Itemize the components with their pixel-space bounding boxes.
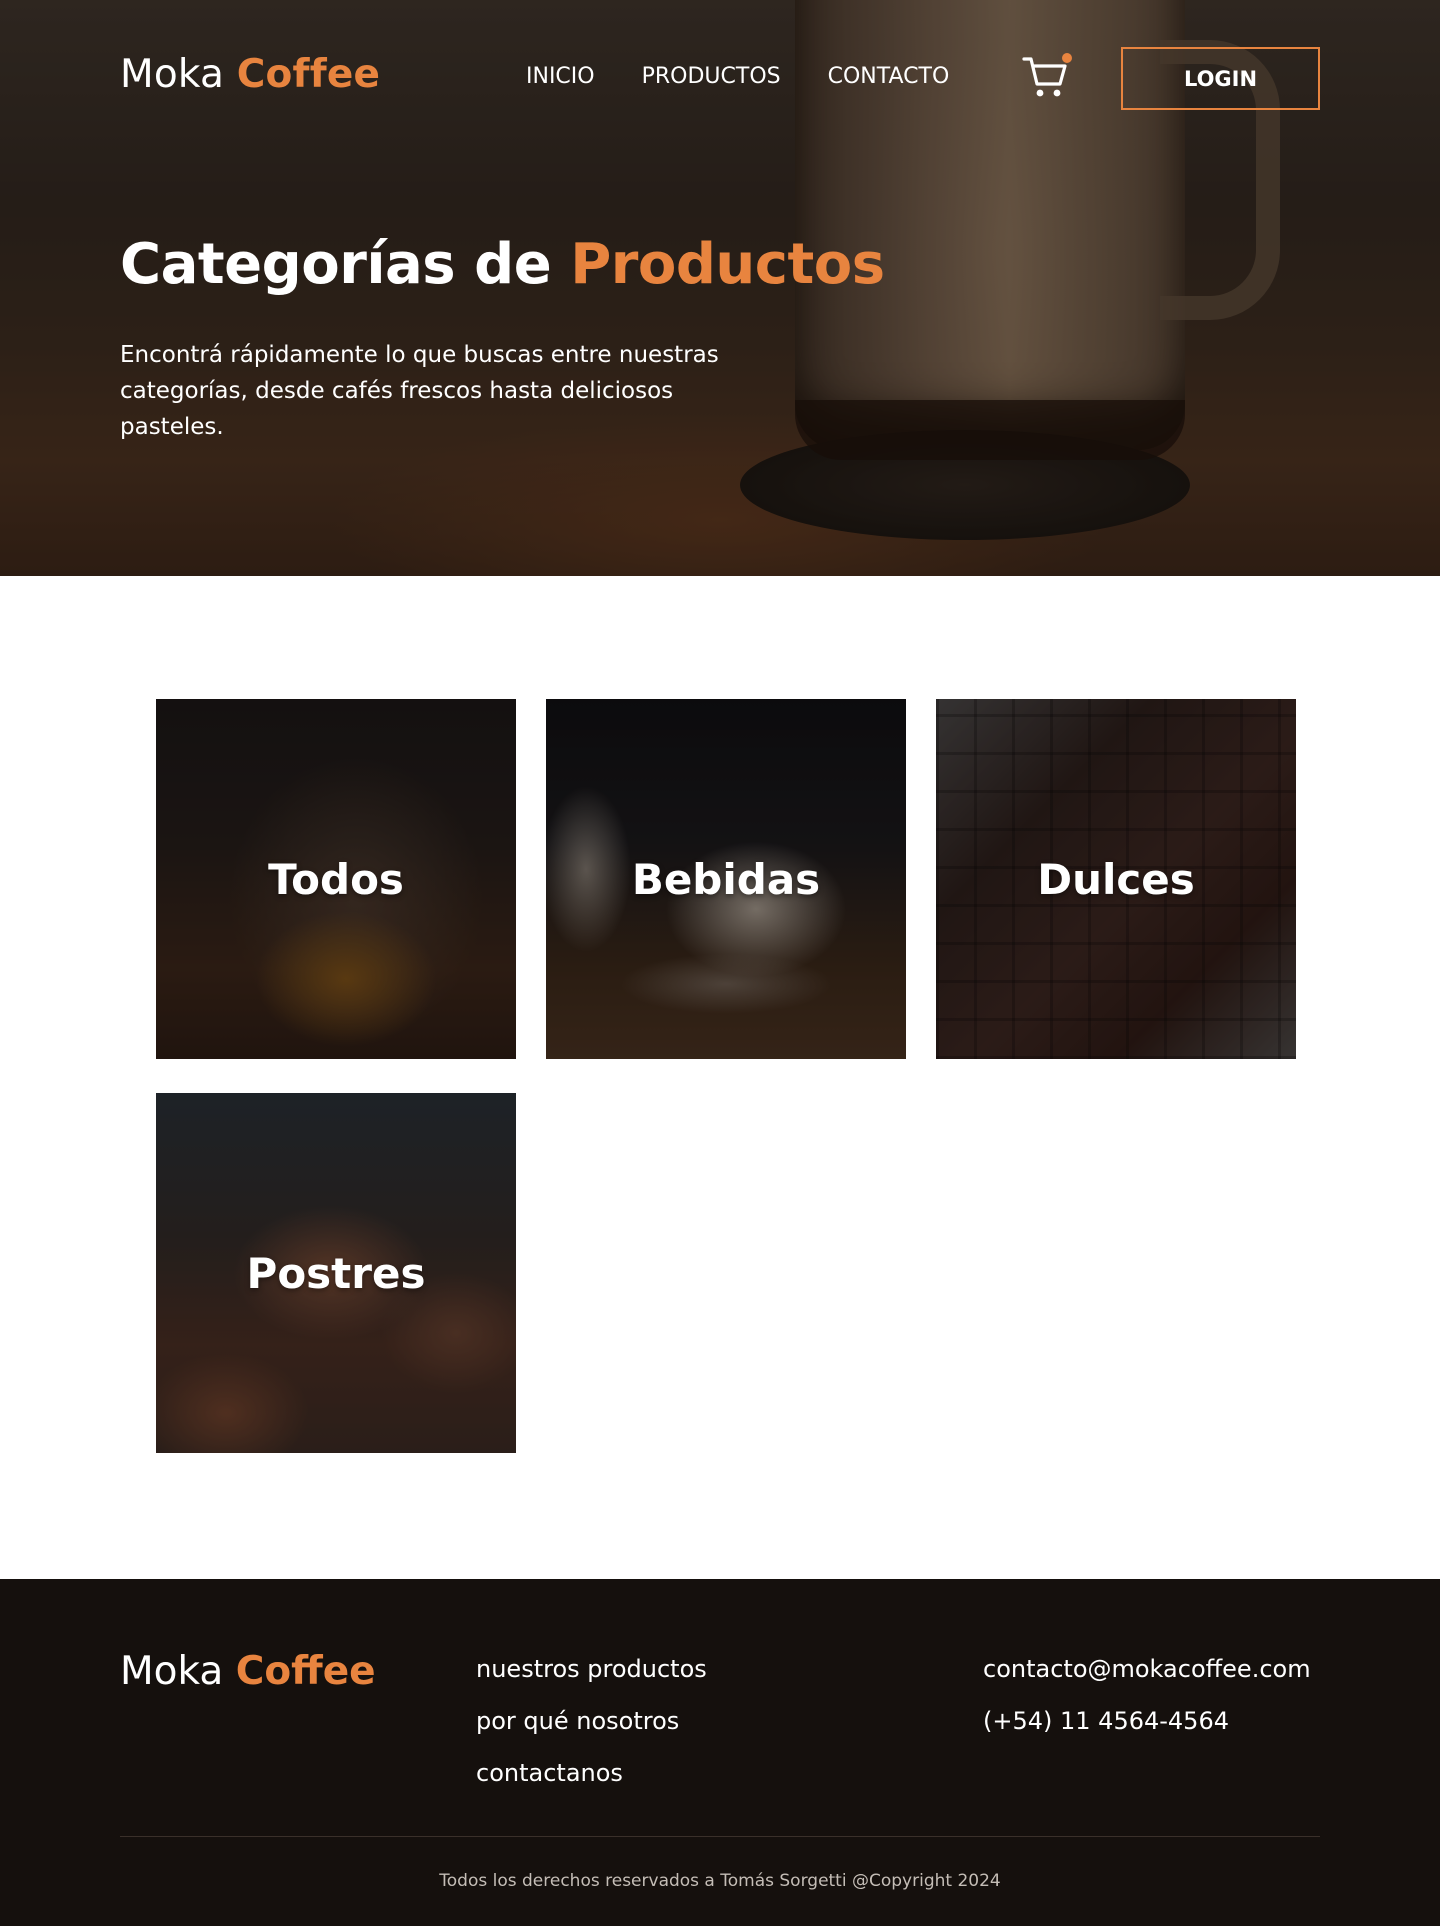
brand-logo[interactable]: Moka Coffee — [120, 52, 380, 97]
footer-links: nuestros productos por qué nosotros cont… — [476, 1655, 707, 1811]
footer-divider — [120, 1836, 1320, 1837]
footer-link-contactanos[interactable]: contactanos — [476, 1759, 707, 1787]
footer-phone[interactable]: (+54) 11 4564-4564 — [983, 1707, 1311, 1735]
footer-email[interactable]: contacto@mokacoffee.com — [983, 1655, 1311, 1683]
footer-link-por-que-nosotros[interactable]: por qué nosotros — [476, 1707, 707, 1735]
login-button[interactable]: LOGIN — [1121, 47, 1320, 110]
category-card-todos[interactable]: Todos — [156, 699, 516, 1059]
top-navbar: Moka Coffee INICIO PRODUCTOS CONTACTO LO… — [0, 0, 1440, 156]
category-label: Dulces — [1037, 854, 1195, 904]
footer-brand-part1: Moka — [120, 1649, 224, 1694]
footer-brand-logo[interactable]: Moka Coffee — [120, 1649, 376, 1694]
cart-badge-dot — [1062, 53, 1072, 63]
footer-copyright: Todos los derechos reservados a Tomás So… — [439, 1871, 1001, 1891]
nav-link-productos[interactable]: PRODUCTOS — [642, 64, 781, 89]
category-card-postres[interactable]: Postres — [156, 1093, 516, 1453]
category-label: Postres — [246, 1248, 426, 1298]
brand-name-part2: Coffee — [236, 52, 381, 97]
nav-links: INICIO PRODUCTOS CONTACTO — [526, 64, 949, 89]
footer-link-nuestros-productos[interactable]: nuestros productos — [476, 1655, 707, 1683]
category-label: Bebidas — [631, 854, 821, 904]
category-card-bebidas[interactable]: Bebidas — [546, 699, 906, 1059]
hero-section: Moka Coffee INICIO PRODUCTOS CONTACTO LO… — [0, 0, 1440, 576]
nav-link-inicio[interactable]: INICIO — [526, 64, 595, 89]
hero-description: Encontrá rápidamente lo que buscas entre… — [120, 342, 719, 440]
page-title: Categorías de Productos — [120, 232, 885, 297]
footer-contact: contacto@mokacoffee.com (+54) 11 4564-45… — [983, 1655, 1311, 1759]
category-card-dulces[interactable]: Dulces — [936, 699, 1296, 1059]
brand-name-part1: Moka — [120, 52, 225, 97]
nav-link-contacto[interactable]: CONTACTO — [828, 64, 950, 89]
categories-grid: Todos Bebidas Dulces Postres — [0, 576, 1440, 1579]
footer-brand-part2: Coffee — [235, 1649, 376, 1694]
category-label: Todos — [268, 854, 404, 904]
site-footer: Moka Coffee nuestros productos por qué n… — [0, 1579, 1440, 1926]
page-title-part1: Categorías de — [120, 232, 552, 297]
page-title-part2: Productos — [570, 232, 885, 297]
